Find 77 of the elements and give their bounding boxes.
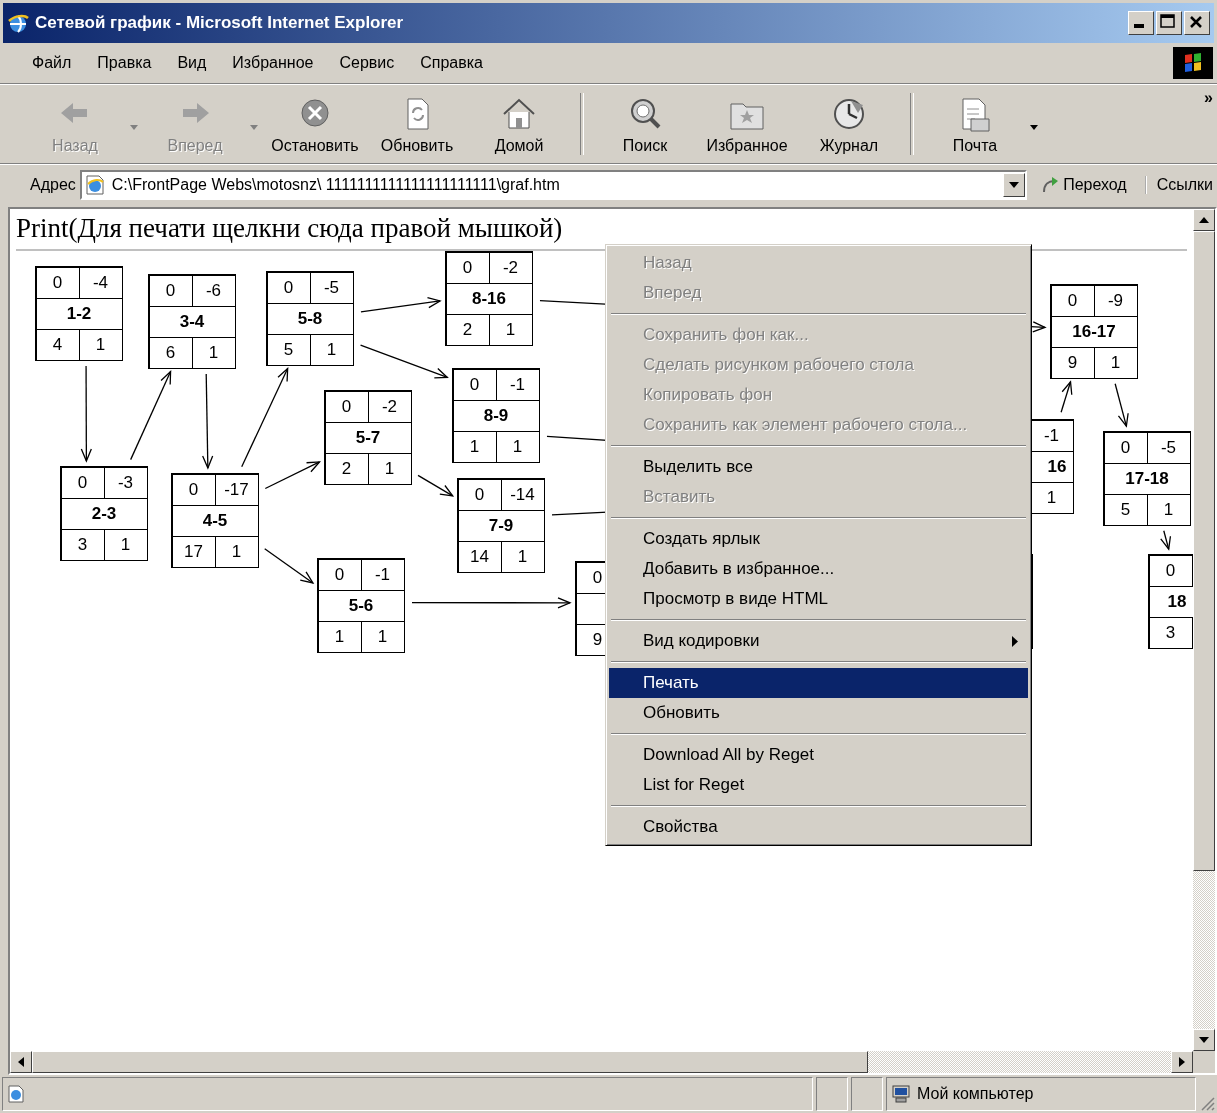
- scroll-right-button[interactable]: [1171, 1051, 1193, 1073]
- menu-item[interactable]: Обновить: [609, 698, 1028, 728]
- arrow: [263, 547, 314, 585]
- down-arrow-icon: [1199, 1037, 1209, 1043]
- menu-item[interactable]: Файл: [30, 52, 74, 74]
- zone-label: Мой компьютер: [917, 1085, 1034, 1103]
- caret-icon: [250, 125, 258, 130]
- windows-logo-icon: [1173, 47, 1213, 79]
- up-arrow-icon: [1199, 217, 1209, 223]
- menu-item[interactable]: Создать ярлык: [609, 524, 1028, 554]
- minimize-button[interactable]: [1128, 11, 1154, 35]
- caret-icon: [1009, 182, 1020, 188]
- node-cell: 0: [317, 558, 362, 591]
- scroll-down-button[interactable]: [1193, 1029, 1215, 1051]
- status-pane: [816, 1077, 848, 1111]
- toolbar-button[interactable]: Поиск: [594, 85, 696, 163]
- menu-item[interactable]: Печать: [609, 668, 1028, 698]
- page-icon: [83, 174, 106, 196]
- links-button[interactable]: Ссылки: [1144, 176, 1217, 194]
- right-arrow-icon: [1179, 1057, 1185, 1067]
- minimize-icon: [1134, 24, 1144, 28]
- arrow: [417, 474, 454, 497]
- toolbar-button[interactable]: Домой: [468, 85, 570, 163]
- node-cell: 0: [171, 473, 216, 506]
- computer-icon: [891, 1085, 911, 1103]
- toolbar-button[interactable]: Обновить: [366, 85, 468, 163]
- menu-item[interactable]: Избранное: [230, 52, 316, 74]
- node-cell: 0: [1103, 431, 1148, 464]
- toolbar-button[interactable]: Остановить: [264, 85, 366, 163]
- address-field[interactable]: C:\FrontPage Webs\motosnz\ 1111111111111111111111\graf.htm: [79, 170, 1028, 200]
- caret-icon: [130, 125, 138, 130]
- left-arrow-icon: [18, 1057, 24, 1067]
- arrow: [1114, 382, 1130, 428]
- vertical-scrollbar[interactable]: [1193, 209, 1215, 1051]
- browser-icon: [7, 12, 29, 34]
- menu-item[interactable]: Сервис: [337, 52, 397, 74]
- menu-item[interactable]: Правка: [95, 52, 154, 74]
- window-title: Сетевой график - Microsoft Internet Explorer: [35, 13, 405, 33]
- page-heading[interactable]: Print(Для печати щелкни сюда правой мышкой): [16, 213, 1193, 243]
- page-icon: [7, 1085, 25, 1103]
- node-cell: 0: [452, 368, 497, 401]
- node-cell: 0: [1148, 554, 1193, 587]
- node-cell: 0: [445, 251, 490, 284]
- caret-icon: [1030, 125, 1038, 130]
- more-button[interactable]: »: [1204, 89, 1213, 107]
- scrollbar-corner: [1193, 1051, 1215, 1073]
- scroll-up-button[interactable]: [1193, 209, 1215, 231]
- arrow: [1060, 380, 1073, 414]
- node-cell: 0: [266, 271, 311, 304]
- node-cell: 0: [1050, 284, 1095, 317]
- menu-item[interactable]: List for Reget: [609, 770, 1028, 800]
- menu-item[interactable]: Вид: [175, 52, 209, 74]
- dropdown-button[interactable]: [1003, 173, 1026, 197]
- scroll-thumb[interactable]: [1193, 231, 1215, 871]
- go-arrow-icon: [1041, 176, 1060, 194]
- submenu-arrow-icon: [1012, 636, 1018, 647]
- scroll-left-button[interactable]: [10, 1051, 32, 1073]
- menu-item[interactable]: Свойства: [609, 812, 1028, 842]
- maximize-button[interactable]: [1156, 11, 1182, 35]
- menu-item[interactable]: Справка: [418, 52, 485, 74]
- node-cell: 0: [324, 390, 369, 423]
- go-button[interactable]: Переход: [1031, 176, 1141, 194]
- node-cell: 0: [60, 466, 105, 499]
- arrow: [1159, 529, 1172, 551]
- close-button[interactable]: [1184, 11, 1210, 35]
- node-cell: 0: [457, 478, 502, 511]
- toolbar-button[interactable]: Почта: [924, 85, 1044, 163]
- resize-grip-icon: [1199, 1095, 1215, 1111]
- scroll-thumb[interactable]: [32, 1051, 868, 1073]
- menu-item[interactable]: Download All by Reget: [609, 740, 1028, 770]
- address-label: Адрес: [30, 176, 76, 194]
- toolbar-button[interactable]: Избранное: [696, 85, 798, 163]
- node-cell: 0: [148, 274, 193, 307]
- node-cell: 0: [35, 266, 80, 299]
- toolbar-button[interactable]: Журнал: [798, 85, 900, 163]
- horizontal-scrollbar[interactable]: [10, 1051, 1215, 1073]
- status-pane: [851, 1077, 883, 1111]
